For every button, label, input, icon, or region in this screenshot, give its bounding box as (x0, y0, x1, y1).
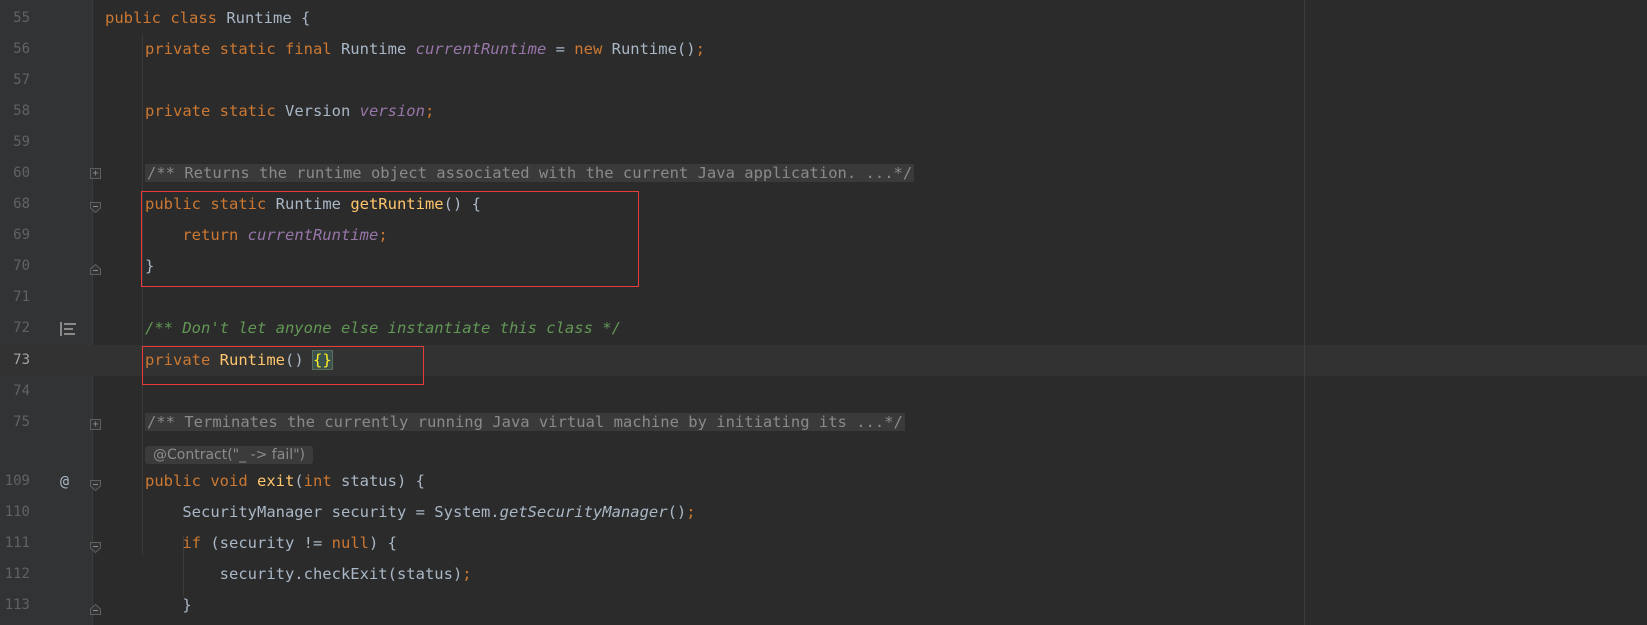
line-number: 74 (13, 383, 30, 399)
code-token: if (182, 534, 211, 552)
fold-collapse-icon[interactable] (90, 199, 101, 214)
fold-expand-icon[interactable]: + (90, 168, 101, 179)
line-number: 60 (13, 165, 30, 181)
line-code: security.checkExit(status); (145, 559, 472, 590)
line-number: 70 (13, 258, 30, 274)
line-number: 113 (4, 597, 30, 613)
code-token: ; (695, 40, 705, 58)
code-token: version (359, 102, 425, 120)
code-line[interactable]: 111 if (security != null) { (0, 528, 1647, 559)
code-token: ; (424, 102, 435, 120)
line-number: 111 (4, 535, 30, 551)
line-number: 112 (4, 566, 30, 582)
code-line[interactable]: 59 (0, 127, 1647, 158)
code-line[interactable]: 112 security.checkExit(status); (0, 559, 1647, 590)
fold-end-icon[interactable] (90, 261, 101, 275)
inlay-hint[interactable]: @Contract("_ -> fail") (145, 446, 313, 464)
code-line[interactable]: 72 /** Don't let anyone else instantiate … (0, 313, 1647, 344)
code-token: security.checkExit(status) (145, 565, 463, 583)
line-number: 56 (13, 41, 30, 57)
line-number: 110 (4, 504, 30, 520)
code-token: = (546, 40, 575, 58)
doc-render-toggle-icon[interactable] (60, 322, 76, 340)
code-token: ) { (368, 534, 397, 552)
code-line[interactable]: 57 (0, 65, 1647, 96)
code-line[interactable]: 58 private static Version version; (0, 96, 1647, 127)
line-number: 55 (13, 10, 30, 26)
fold-end-icon[interactable] (90, 601, 101, 615)
line-code: if (security != null) { (145, 528, 397, 559)
line-code: SecurityManager security = System.getSec… (145, 497, 696, 528)
code-line[interactable]: 55 public class Runtime { (0, 3, 1647, 34)
code-token: getSecurityManager (499, 503, 668, 521)
code-token: private static (145, 102, 285, 120)
code-token: Runtime { (226, 9, 311, 27)
line-code: private static final Runtime currentRunt… (145, 34, 705, 65)
folded-comment[interactable]: /** Terminates the currently running Jav… (145, 413, 905, 431)
code-token: exit (256, 472, 295, 490)
line-number: 75 (13, 414, 30, 430)
fold-expand-icon[interactable]: + (90, 419, 101, 430)
code-token: new (574, 40, 612, 58)
code-editor[interactable]: 55 public class Runtime { 56 private static… (0, 0, 1647, 625)
line-number: 73 (13, 352, 30, 368)
line-code: } (145, 590, 192, 621)
code-token: } (145, 596, 192, 614)
code-line[interactable]: 75 /** Terminates the currently running J… (0, 407, 1647, 438)
code-token: Runtime() (611, 40, 696, 58)
line-code: /** Returns the runtime object associate… (145, 158, 915, 189)
line-number: 72 (13, 320, 30, 336)
code-token: ; (686, 503, 696, 521)
code-line[interactable]: 113 } (0, 590, 1647, 621)
code-token: null (331, 534, 369, 552)
line-code: /** Terminates the currently running Jav… (145, 407, 905, 438)
code-token: ; (462, 565, 472, 583)
fold-collapse-icon[interactable] (90, 539, 101, 554)
code-token: status) { (340, 472, 425, 490)
highlight-box-getRuntime (141, 191, 639, 287)
code-token: public void (145, 472, 257, 490)
code-line[interactable]: 110 SecurityManager security = System.ge… (0, 497, 1647, 528)
line-code: public class Runtime { (105, 3, 310, 34)
code-token: currentRuntime (415, 40, 547, 58)
line-number: 68 (13, 196, 30, 212)
code-line[interactable]: 60 /** Returns the runtime object associa… (0, 158, 1647, 189)
fold-collapse-icon[interactable] (90, 477, 101, 492)
code-token: () (667, 503, 687, 521)
code-token: ( (294, 472, 304, 490)
folded-comment[interactable]: /** Returns the runtime object associate… (145, 164, 915, 182)
code-token: /** Don't let anyone else instantiate th… (145, 319, 621, 337)
line-code: /** Don't let anyone else instantiate th… (145, 313, 621, 344)
line-code: private static Version version; (145, 96, 434, 127)
line-number: 59 (13, 134, 30, 150)
code-token: Version (284, 102, 360, 120)
code-token: Runtime (340, 40, 416, 58)
line-number: 58 (13, 103, 30, 119)
line-number: 109 (4, 473, 30, 489)
line-number: 69 (13, 227, 30, 243)
code-line[interactable]: 109 public void exit(int status) { (0, 466, 1647, 497)
highlight-box-constructor (142, 346, 424, 385)
code-token: (security != (210, 534, 332, 552)
line-number: 57 (13, 72, 30, 88)
line-code: public void exit(int status) { (145, 466, 425, 497)
code-token: public class (105, 9, 227, 27)
code-token: SecurityManager security = System. (145, 503, 500, 521)
line-number: 71 (13, 289, 30, 305)
annotation-icon[interactable]: @ (60, 466, 69, 497)
code-token: private static final (145, 40, 341, 58)
code-line[interactable]: 56 private static final Runtime currentRu… (0, 34, 1647, 65)
code-token: int (303, 472, 341, 490)
